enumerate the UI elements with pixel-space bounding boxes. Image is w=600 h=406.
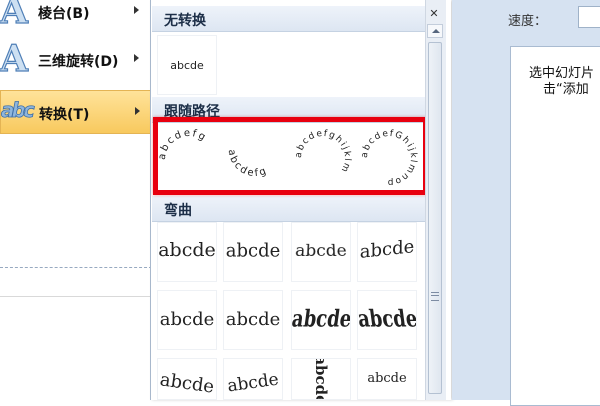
- speed-field[interactable]: [578, 6, 600, 28]
- divider: [0, 296, 152, 297]
- tile-no-transform[interactable]: abcde: [157, 35, 217, 95]
- tile-warp-triangle-down[interactable]: abcde: [357, 222, 417, 282]
- highlight-frame: [153, 117, 428, 195]
- section-title: 弯曲: [164, 203, 192, 219]
- menu-item-bevel[interactable]: A 棱台(B): [0, 0, 152, 34]
- tile-warp-arch-up[interactable]: abcde: [157, 358, 217, 400]
- bevel-a-icon: A: [0, 0, 29, 32]
- scroll-grip-icon: [431, 292, 439, 301]
- scroll-up-button[interactable]: [427, 24, 443, 38]
- tile-warp-button[interactable]: abcde: [357, 358, 417, 400]
- section-header-warp: 弯曲: [152, 196, 426, 222]
- tile-text: abcde: [170, 59, 204, 72]
- tile-warp-plain[interactable]: abcde: [157, 222, 217, 282]
- tile-text: abcde: [291, 305, 351, 334]
- tile-text: abcde: [158, 369, 216, 398]
- menu-item-label: 三维旋转(D): [38, 54, 119, 70]
- close-icon[interactable]: ✕: [425, 6, 443, 22]
- section-title: 无转换: [164, 13, 206, 29]
- hint-text-line-2: 击“添加: [543, 82, 589, 97]
- context-menu: A 棱台(B) A 三维旋转(D) abc 转换(T): [0, 0, 152, 400]
- tile-text: abcde: [226, 369, 280, 397]
- transform-abc-icon: abc: [1, 98, 35, 123]
- section-header-no-transform: 无转换: [152, 6, 426, 32]
- menu-item-3d-rotation[interactable]: A 三维旋转(D): [0, 38, 152, 82]
- tile-text: abcde: [367, 371, 407, 386]
- menu-item-label: 转换(T): [39, 107, 90, 123]
- menu-item-label: 棱台(B): [38, 6, 90, 22]
- tile-warp-triangle-up[interactable]: abcde: [291, 222, 351, 282]
- tile-warp-ring-inside[interactable]: abcde: [291, 290, 351, 350]
- tile-text: abcde: [158, 239, 216, 261]
- speed-label: 速度：: [508, 14, 548, 29]
- 3d-rotation-a-icon: A: [0, 38, 29, 80]
- tile-text: abcde: [225, 239, 281, 262]
- tile-warp-circle[interactable]: abcde: [291, 358, 351, 400]
- tile-text: abcde: [294, 241, 348, 262]
- tile-warp-chevron-up[interactable]: abcde: [157, 290, 217, 350]
- transform-gallery: 无转换 abcde 跟随路径 abcdefg abcdefg abcdefghi…: [150, 0, 451, 400]
- scroll-thumb[interactable]: [428, 42, 442, 394]
- tile-text: abcde: [159, 309, 215, 330]
- task-pane: 速度： 选中幻灯片 击“添加: [452, 0, 600, 406]
- tile-warp-ring-outside[interactable]: abcde: [357, 290, 417, 350]
- tile-text: abcde: [225, 309, 281, 330]
- tile-text: abcde: [359, 236, 415, 263]
- tile-warp-stop[interactable]: abcde: [223, 222, 283, 282]
- tile-warp-arch-down[interactable]: abcde: [223, 358, 283, 400]
- menu-item-transform[interactable]: abc 转换(T): [0, 90, 152, 134]
- tile-text: abcde: [357, 305, 417, 334]
- tile-warp-chevron-down[interactable]: abcde: [223, 290, 283, 350]
- submenu-arrow-icon: [134, 54, 139, 62]
- tile-text: abcde: [312, 358, 330, 400]
- hint-box: [510, 46, 600, 406]
- submenu-arrow-icon: [134, 6, 139, 14]
- dashed-divider: [0, 267, 152, 268]
- submenu-arrow-icon: [135, 107, 140, 115]
